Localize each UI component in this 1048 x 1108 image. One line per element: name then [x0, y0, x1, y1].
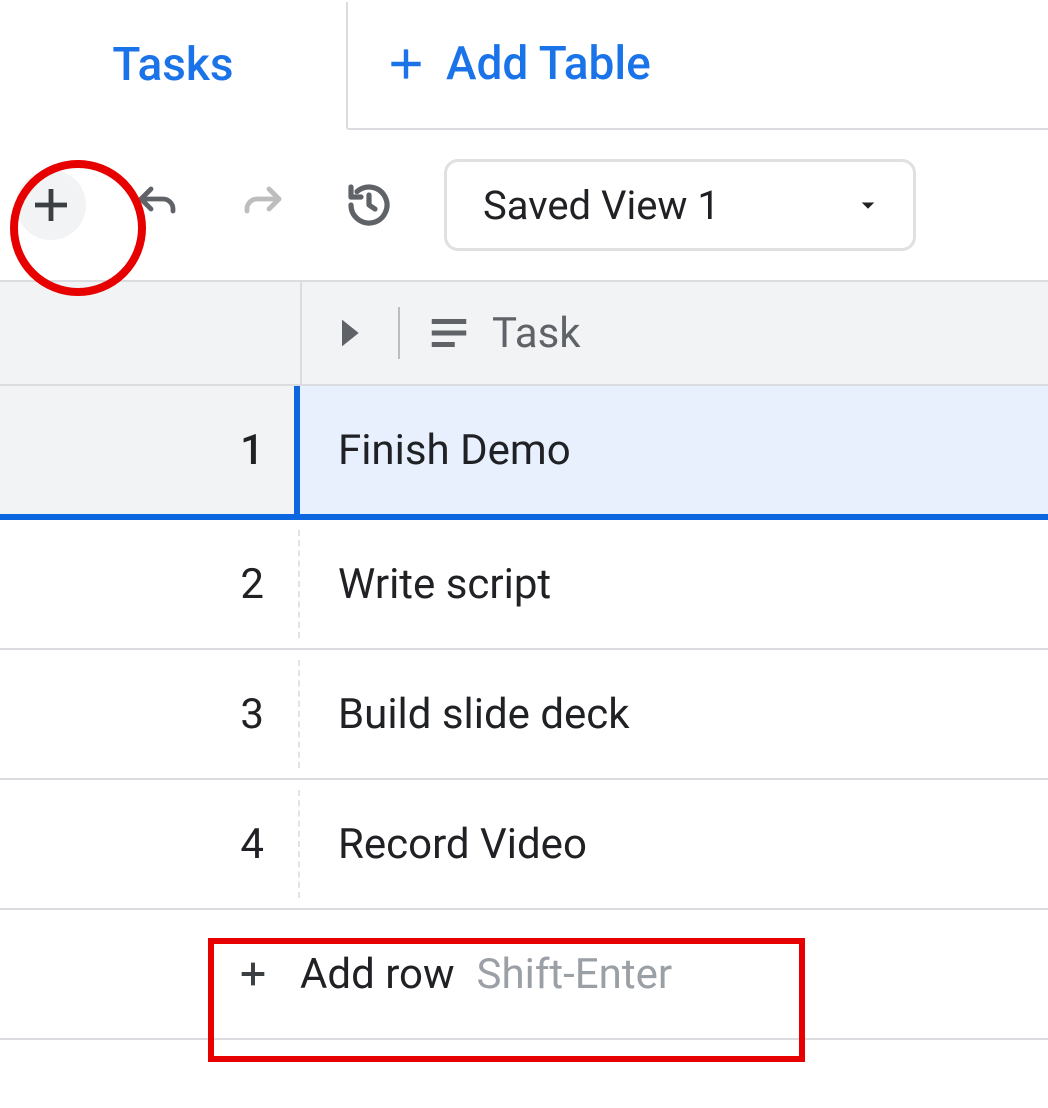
- history-icon: [345, 181, 393, 229]
- plus-icon: [27, 181, 75, 229]
- row-number[interactable]: 3: [0, 650, 300, 778]
- table-header-row: Task: [0, 282, 1048, 386]
- add-table-button[interactable]: Add Table: [348, 0, 687, 128]
- task-table: Task 1 Finish Demo 2 Write script 3 Buil…: [0, 282, 1048, 1040]
- plus-icon: [384, 42, 428, 86]
- separator: [398, 307, 400, 359]
- add-row-toolbar-button[interactable]: [16, 170, 86, 240]
- row-number-header[interactable]: [0, 282, 302, 384]
- cell-task[interactable]: Record Video: [300, 780, 1048, 908]
- undo-icon: [133, 181, 181, 229]
- row-number[interactable]: 2: [0, 520, 300, 648]
- add-row-label: Add row: [300, 950, 455, 999]
- toolbar: Saved View 1: [0, 130, 1048, 282]
- view-selector-label: Saved View 1: [483, 182, 720, 229]
- table-row[interactable]: 2 Write script: [0, 520, 1048, 650]
- add-table-label: Add Table: [446, 37, 651, 91]
- table-row[interactable]: 4 Record Video: [0, 780, 1048, 910]
- chevron-down-icon: [853, 190, 883, 220]
- history-button[interactable]: [334, 170, 404, 240]
- cell-task[interactable]: Build slide deck: [300, 650, 1048, 778]
- table-row[interactable]: 3 Build slide deck: [0, 650, 1048, 780]
- cell-task[interactable]: Finish Demo: [300, 386, 1048, 514]
- row-number[interactable]: 4: [0, 780, 300, 908]
- tab-tasks[interactable]: Tasks: [0, 2, 348, 130]
- row-number[interactable]: 1: [0, 386, 300, 514]
- redo-button[interactable]: [228, 170, 298, 240]
- cell-task[interactable]: Write script: [300, 520, 1048, 648]
- table-row[interactable]: 1 Finish Demo: [0, 386, 1048, 520]
- tabs-bar: Tasks Add Table: [0, 0, 1048, 130]
- chevron-right-icon: [332, 313, 372, 353]
- text-column-icon: [426, 310, 472, 356]
- column-header-label: Task: [492, 309, 581, 358]
- add-row-shortcut-hint: Shift-Enter: [477, 950, 673, 999]
- add-row-button[interactable]: Add row Shift-Enter: [0, 910, 1048, 1040]
- view-selector[interactable]: Saved View 1: [444, 159, 916, 251]
- plus-icon: [236, 957, 270, 991]
- redo-icon: [239, 181, 287, 229]
- column-header-task[interactable]: Task: [302, 282, 1048, 384]
- undo-button[interactable]: [122, 170, 192, 240]
